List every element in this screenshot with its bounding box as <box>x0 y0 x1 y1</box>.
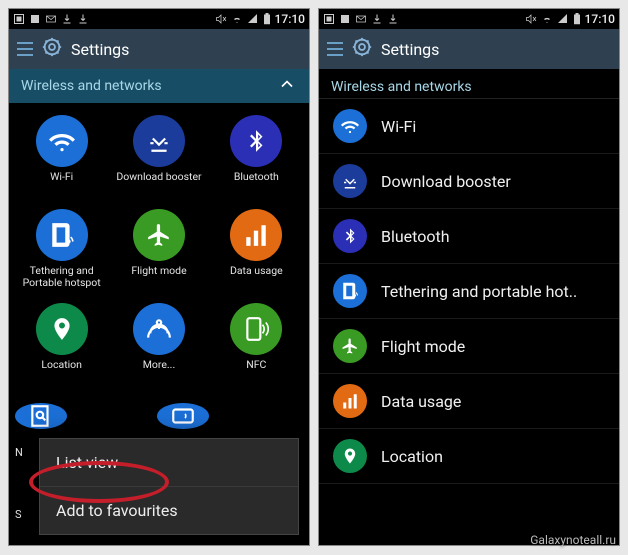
wifi-status-icon <box>541 13 553 25</box>
mail-icon <box>45 13 57 25</box>
bluetooth-icon <box>333 219 367 253</box>
drawer-button[interactable] <box>327 42 343 56</box>
airplane-icon <box>333 329 367 363</box>
menu-add-favourites[interactable]: Add to favourites <box>40 487 298 534</box>
location-icon <box>36 303 88 355</box>
section-label: Wireless and networks <box>21 78 162 94</box>
grid-item-more[interactable]: More... <box>110 299 207 387</box>
menu-list-view[interactable]: List view <box>40 439 298 487</box>
grid-label: Location <box>41 359 82 383</box>
list-label: Data usage <box>381 392 461 411</box>
grid-label: Bluetooth <box>234 171 279 195</box>
app-header: Settings <box>319 29 619 69</box>
battery-icon <box>573 13 581 25</box>
download-icon <box>77 13 89 25</box>
list-item-bluetooth[interactable]: Bluetooth <box>319 209 619 264</box>
list-item-bars[interactable]: Data usage <box>319 374 619 429</box>
download-icon <box>387 13 399 25</box>
app-icon <box>339 13 351 25</box>
bars-icon <box>230 209 282 261</box>
status-bar: 17:10 <box>9 9 309 29</box>
more-icon <box>133 303 185 355</box>
edge-label-n: N <box>15 446 23 459</box>
grid-item-wifi[interactable]: Wi-Fi <box>13 111 110 199</box>
grid-label: NFC <box>246 359 266 383</box>
watermark: Galaxynoteall.ru <box>530 533 616 547</box>
card-icon <box>170 403 196 429</box>
header-title: Settings <box>71 40 129 59</box>
section-wireless[interactable]: Wireless and networks <box>9 69 309 103</box>
grid-item-card[interactable] <box>155 395 249 431</box>
drawer-button[interactable] <box>17 42 33 56</box>
list-item-tethering[interactable]: Tethering and portable hot.. <box>319 264 619 319</box>
search-doc-icon <box>28 403 54 429</box>
settings-list: Wi-Fi Download booster Bluetooth Tethering … <box>319 99 619 484</box>
clock: 17:10 <box>585 12 615 26</box>
list-label: Wi-Fi <box>381 117 416 136</box>
phone-left: 17:10 Settings Wireless and networks Wi-… <box>8 8 310 546</box>
screenshot-icon <box>323 13 335 25</box>
airplane-icon <box>133 209 185 261</box>
mail-icon <box>355 13 367 25</box>
list-item-location[interactable]: Location <box>319 429 619 484</box>
bluetooth-icon <box>230 115 282 167</box>
grid-item-location[interactable]: Location <box>13 299 110 387</box>
list-label: Tethering and portable hot.. <box>381 282 577 301</box>
grid-label: Data usage <box>230 265 283 289</box>
wifi-icon <box>36 115 88 167</box>
list-item-airplane[interactable]: Flight mode <box>319 319 619 374</box>
settings-gear-icon <box>41 36 63 62</box>
grid-label: Flight mode <box>131 265 186 289</box>
bars-icon <box>333 384 367 418</box>
list-item-wifi[interactable]: Wi-Fi <box>319 99 619 154</box>
list-label: Download booster <box>381 172 511 191</box>
signal-icon <box>557 13 569 25</box>
grid-label: More... <box>143 359 176 383</box>
grid-item-airplane[interactable]: Flight mode <box>110 205 207 293</box>
grid-item-search[interactable] <box>13 395 107 431</box>
tethering-icon <box>333 274 367 308</box>
screenshot-icon <box>13 13 25 25</box>
context-menu: List view Add to favourites <box>39 438 299 535</box>
section-label: Wireless and networks <box>331 79 472 95</box>
grid-item-bluetooth[interactable]: Bluetooth <box>208 111 305 199</box>
status-bar: 17:10 <box>319 9 619 29</box>
phone-right: 17:10 Settings Wireless and networks Wi-… <box>318 8 620 546</box>
list-item-download[interactable]: Download booster <box>319 154 619 209</box>
list-label: Flight mode <box>381 337 465 356</box>
download-icon <box>371 13 383 25</box>
edge-label-s: S <box>15 508 22 521</box>
wifi-icon <box>333 109 367 143</box>
grid-item-download[interactable]: Download booster <box>110 111 207 199</box>
grid-item-nfc[interactable]: NFC <box>208 299 305 387</box>
vibrate-icon <box>525 13 537 25</box>
vibrate-icon <box>215 13 227 25</box>
app-header: Settings <box>9 29 309 69</box>
settings-grid: Wi-Fi Download booster Bluetooth Tethering … <box>9 103 309 395</box>
grid-item-tethering[interactable]: Tethering and Portable hotspot <box>13 205 110 293</box>
tethering-icon <box>36 209 88 261</box>
grid-label: Wi-Fi <box>50 171 73 195</box>
section-wireless: Wireless and networks <box>319 69 619 99</box>
nfc-icon <box>230 303 282 355</box>
settings-gear-icon <box>351 36 373 62</box>
signal-icon <box>247 13 259 25</box>
location-icon <box>333 439 367 473</box>
chevron-up-icon <box>277 74 297 98</box>
download-icon <box>133 115 185 167</box>
download-icon <box>333 164 367 198</box>
clock: 17:10 <box>275 12 305 26</box>
header-title: Settings <box>381 40 439 59</box>
list-label: Location <box>381 447 443 466</box>
download-icon <box>61 13 73 25</box>
wifi-status-icon <box>231 13 243 25</box>
grid-label: Tethering and Portable hotspot <box>15 265 108 289</box>
app-icon <box>29 13 41 25</box>
grid-item-bars[interactable]: Data usage <box>208 205 305 293</box>
grid-label: Download booster <box>116 171 201 195</box>
battery-icon <box>263 13 271 25</box>
list-label: Bluetooth <box>381 227 450 246</box>
